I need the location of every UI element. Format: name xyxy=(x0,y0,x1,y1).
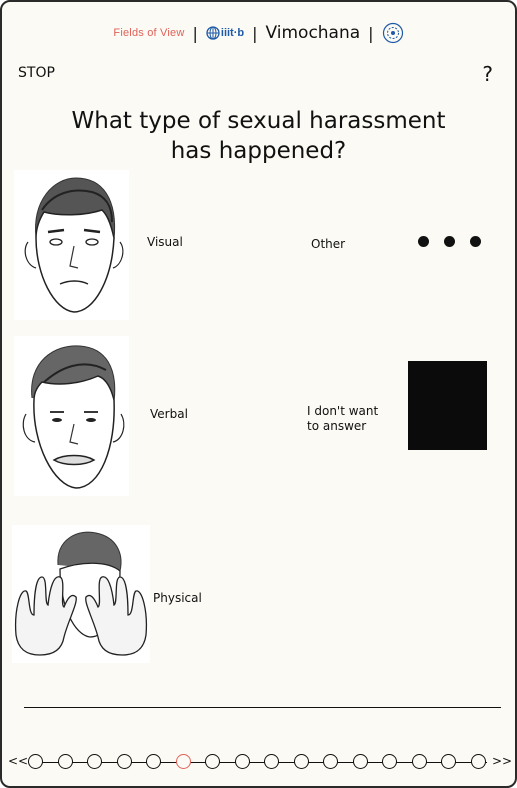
page-dot-11[interactable] xyxy=(323,754,338,769)
option-no-answer-label[interactable]: I don't want to answer xyxy=(307,404,378,434)
prev-page-button[interactable]: << xyxy=(8,754,28,768)
ellipsis-dot xyxy=(470,236,481,247)
page-dot-1[interactable] xyxy=(28,754,43,769)
page-dot-12[interactable] xyxy=(353,754,368,769)
iiitb-logo-text: iiit·b xyxy=(220,27,245,39)
page-dot-5[interactable] xyxy=(146,754,161,769)
page-dot-6[interactable] xyxy=(176,754,191,769)
option-physical-label[interactable]: Physical xyxy=(153,591,202,605)
face-visual-icon[interactable] xyxy=(14,170,129,320)
header-logos: Fields of View | iiit·b | Vimochana | xyxy=(2,18,515,48)
page-dot-4[interactable] xyxy=(117,754,132,769)
page-dot-9[interactable] xyxy=(264,754,279,769)
page-indicator: << >> xyxy=(2,748,515,778)
option-no-answer-line-1: I don't want xyxy=(307,404,379,418)
divider xyxy=(24,707,501,708)
option-no-answer-line-2: to answer xyxy=(307,419,367,433)
header-separator: | xyxy=(368,23,374,43)
question-line-1: What type of sexual harassment xyxy=(71,108,446,134)
next-page-button[interactable]: >> xyxy=(492,754,512,768)
page-dot-10[interactable] xyxy=(294,754,309,769)
page-dot-16[interactable] xyxy=(471,754,486,769)
page-dot-2[interactable] xyxy=(58,754,73,769)
question-title: What type of sexual harassment has happe… xyxy=(42,106,475,166)
iiitb-logo: iiit·b xyxy=(206,26,244,40)
face-verbal-icon[interactable] xyxy=(14,336,129,496)
stop-button[interactable]: STOP xyxy=(18,65,55,81)
globe-icon xyxy=(206,26,220,40)
ellipsis-dot xyxy=(418,236,429,247)
header-separator: | xyxy=(252,23,258,43)
black-square-icon[interactable] xyxy=(408,361,487,450)
option-verbal-label[interactable]: Verbal xyxy=(150,407,188,421)
header-separator: | xyxy=(192,23,198,43)
fields-of-view-logo: Fields of View xyxy=(113,27,185,39)
app-frame: Fields of View | iiit·b | Vimochana | ST… xyxy=(0,0,517,788)
page-dot-7[interactable] xyxy=(205,754,220,769)
emblem-icon xyxy=(382,22,403,44)
question-line-2: has happened? xyxy=(170,138,347,164)
ellipsis-icon[interactable] xyxy=(418,236,481,247)
option-other-label[interactable]: Other xyxy=(311,237,345,251)
page-dot-3[interactable] xyxy=(87,754,102,769)
option-visual-label[interactable]: Visual xyxy=(147,235,183,249)
help-button[interactable]: ? xyxy=(482,62,493,86)
page-dot-15[interactable] xyxy=(441,754,456,769)
ellipsis-dot xyxy=(444,236,455,247)
vimochana-logo: Vimochana xyxy=(265,23,361,43)
page-dot-8[interactable] xyxy=(235,754,250,769)
page-dot-14[interactable] xyxy=(412,754,427,769)
face-physical-icon[interactable] xyxy=(12,525,150,663)
page-dot-13[interactable] xyxy=(382,754,397,769)
